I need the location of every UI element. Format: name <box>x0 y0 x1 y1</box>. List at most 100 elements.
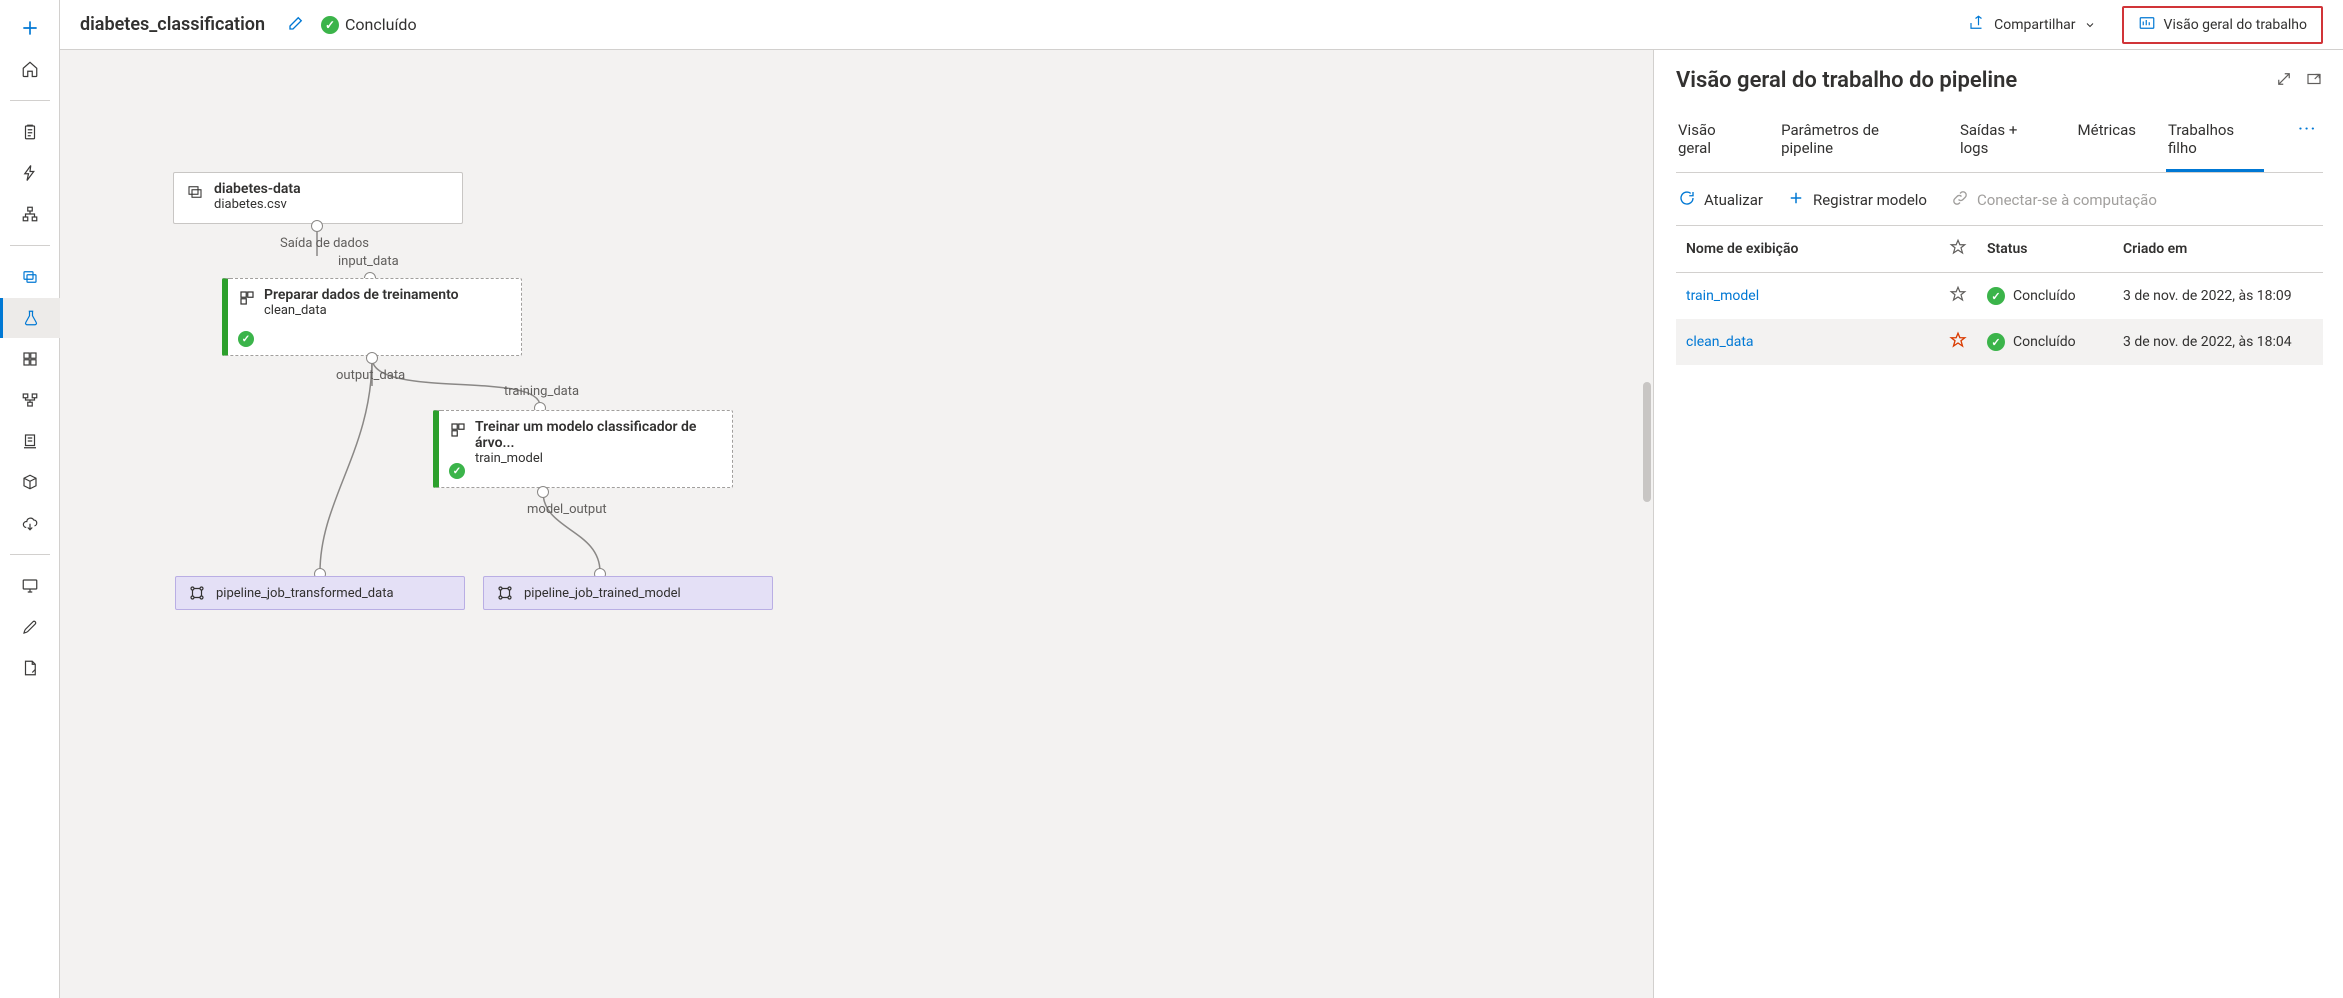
pipeline-icon <box>21 391 39 409</box>
refresh-icon <box>1678 189 1696 207</box>
step-node-train-model[interactable]: Treinar um modelo classificador de árvo.… <box>433 410 733 488</box>
child-job-link[interactable]: train_model <box>1686 288 1943 304</box>
tab-parameters[interactable]: Parâmetros de pipeline <box>1779 113 1930 172</box>
data-node-title: diabetes-data <box>214 181 450 197</box>
sidebar-pipelines[interactable] <box>8 380 52 420</box>
refresh-button[interactable]: Atualizar <box>1678 189 1763 211</box>
overview-label: Visão geral do trabalho <box>2164 17 2307 33</box>
star-outline-icon <box>1949 331 1967 349</box>
share-label: Compartilhar <box>1994 17 2075 33</box>
overview-panel: Visão geral do trabalho do pipeline Visã… <box>1653 50 2343 998</box>
sidebar-jobs[interactable] <box>0 298 60 338</box>
step1-title: Preparar dados de treinamento <box>264 287 509 303</box>
edit-title-button[interactable] <box>287 14 305 36</box>
created-cell: 3 de nov. de 2022, às 18:09 <box>2123 288 2313 304</box>
table-header: Nome de exibição Status Criado em <box>1676 225 2323 273</box>
topbar: diabetes_classification ✓ Concluído Comp… <box>60 0 2343 50</box>
lightning-icon <box>21 164 39 182</box>
table-row[interactable]: train_model ✓ Concluído 3 de nov. de 202… <box>1676 273 2323 319</box>
workstation-icon <box>21 432 39 450</box>
output-node-trained[interactable]: pipeline_job_trained_model <box>483 576 773 610</box>
data-node-subtitle: diabetes.csv <box>214 197 450 212</box>
output1-label: pipeline_job_transformed_data <box>216 586 394 601</box>
register-model-button[interactable]: Registrar modelo <box>1787 189 1927 211</box>
port[interactable] <box>537 486 549 498</box>
status-label: Concluído <box>345 15 417 34</box>
cloud-icon <box>21 514 39 532</box>
sidebar-separator <box>10 554 50 555</box>
col-created: Criado em <box>2123 241 2313 257</box>
sidebar-environments[interactable] <box>8 421 52 461</box>
check-circle-icon: ✓ <box>238 331 254 347</box>
job-overview-button[interactable]: Visão geral do trabalho <box>2122 6 2323 44</box>
star-toggle[interactable] <box>1949 331 1981 353</box>
register-label: Registrar modelo <box>1813 191 1927 209</box>
hierarchy-icon <box>21 205 39 223</box>
sidebar-data[interactable] <box>8 257 52 297</box>
sidebar-designer[interactable] <box>8 194 52 234</box>
star-toggle[interactable] <box>1949 285 1981 307</box>
pencil-icon <box>287 14 305 32</box>
monitor-icon <box>21 577 39 595</box>
tab-outputs-logs[interactable]: Saídas + logs <box>1958 113 2048 172</box>
output-icon <box>188 584 206 602</box>
chevron-down-icon <box>2084 19 2096 31</box>
panel-tabs: Visão geral Parâmetros de pipeline Saída… <box>1676 113 2323 173</box>
connect-compute-button: Conectar-se à computação <box>1951 189 2157 211</box>
status-cell: ✓ Concluído <box>1987 333 2117 351</box>
sidebar-models[interactable] <box>8 462 52 502</box>
sidebar-compute[interactable] <box>8 566 52 606</box>
check-circle-icon: ✓ <box>1987 333 2005 351</box>
sidebar-plus[interactable] <box>8 8 52 48</box>
clipboard-icon <box>21 123 39 141</box>
col-name: Nome de exibição <box>1686 241 1943 257</box>
check-circle-icon: ✓ <box>1987 287 2005 305</box>
port-label: output_data <box>336 368 405 383</box>
tab-overview[interactable]: Visão geral <box>1676 113 1751 172</box>
refresh-label: Atualizar <box>1704 191 1763 209</box>
check-circle-icon: ✓ <box>449 463 465 479</box>
output-node-transformed[interactable]: pipeline_job_transformed_data <box>175 576 465 610</box>
connect-label: Conectar-se à computação <box>1977 191 2157 209</box>
port[interactable] <box>366 352 378 364</box>
popout-icon <box>2305 70 2323 88</box>
sidebar-endpoints[interactable] <box>8 503 52 543</box>
port-label: input_data <box>338 254 399 269</box>
sidebar-linked[interactable] <box>8 607 52 647</box>
popout-button[interactable] <box>2305 70 2323 92</box>
sidebar-notes[interactable] <box>8 648 52 688</box>
home-icon <box>21 60 39 78</box>
job-status: ✓ Concluído <box>321 15 417 34</box>
component-icon <box>449 421 467 439</box>
step-node-clean-data[interactable]: Preparar dados de treinamento clean_data… <box>222 278 522 356</box>
expand-button[interactable] <box>2275 70 2293 92</box>
pipeline-canvas[interactable]: diabetes-data diabetes.csv Saída de dado… <box>60 50 1653 998</box>
share-icon <box>1968 14 1986 32</box>
step2-subtitle: train_model <box>475 451 720 466</box>
sidebar-home[interactable] <box>8 49 52 89</box>
sidebar-automl[interactable] <box>8 153 52 193</box>
component-icon <box>238 289 256 307</box>
table-row[interactable]: clean_data ✓ Concluído 3 de nov. de 2022… <box>1676 319 2323 365</box>
share-button[interactable]: Compartilhar <box>1958 8 2105 42</box>
flask-icon <box>22 309 40 327</box>
sidebar-clipboard[interactable] <box>8 112 52 152</box>
star-outline-icon <box>1949 285 1967 303</box>
sidebar-components[interactable] <box>8 339 52 379</box>
tab-overflow[interactable]: ··· <box>2292 113 2323 172</box>
tab-metrics[interactable]: Métricas <box>2076 113 2138 172</box>
link-icon <box>1951 189 1969 207</box>
plus-icon <box>1787 189 1805 207</box>
overview-icon <box>2138 14 2156 32</box>
left-sidebar <box>0 0 60 998</box>
expand-icon <box>2275 70 2293 88</box>
check-circle-icon: ✓ <box>321 16 339 34</box>
step1-subtitle: clean_data <box>264 303 509 318</box>
child-job-link[interactable]: clean_data <box>1686 334 1943 350</box>
port[interactable] <box>311 220 323 232</box>
tab-child-jobs[interactable]: Trabalhos filho <box>2166 113 2264 172</box>
data-node[interactable]: diabetes-data diabetes.csv <box>173 172 463 224</box>
panel-title: Visão geral do trabalho do pipeline <box>1676 68 2263 93</box>
port-label: model_output <box>527 502 607 517</box>
scrollbar[interactable] <box>1643 382 1651 502</box>
